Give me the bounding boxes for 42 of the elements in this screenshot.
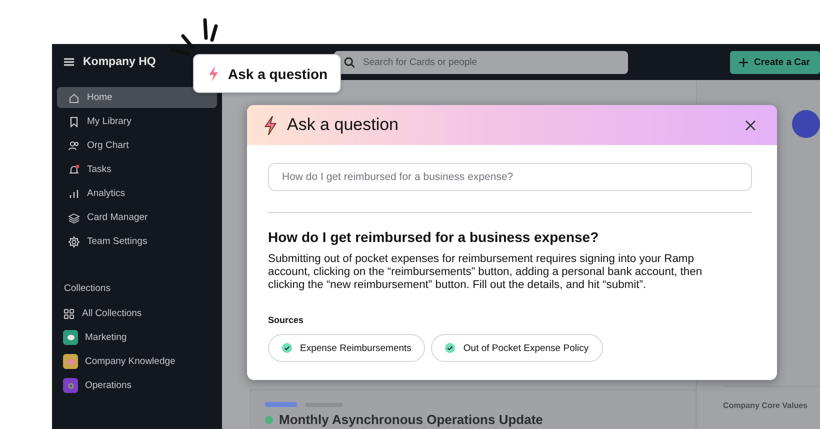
- sidebar-item[interactable]: Home: [57, 87, 217, 108]
- sidebar-item[interactable]: Org Chart: [57, 135, 217, 156]
- section-heading: Collections: [64, 283, 112, 294]
- search-icon: [344, 56, 355, 68]
- collection-item[interactable]: Operations: [57, 375, 217, 396]
- collection-item[interactable]: Company Knowledge: [57, 351, 217, 372]
- layers-icon: [68, 212, 80, 224]
- sidebar-item[interactable]: Analytics: [57, 183, 217, 204]
- card-title: Company Core Values: [723, 401, 808, 410]
- create-card-button[interactable]: Create a Car: [730, 50, 820, 74]
- plus-icon: [739, 58, 748, 66]
- sources-label: Sources: [268, 315, 305, 325]
- collection-item[interactable]: Marketing: [57, 327, 217, 348]
- people-icon: [68, 140, 80, 152]
- menu-icon[interactable]: [64, 58, 74, 66]
- sidebar-item[interactable]: Tasks: [57, 159, 217, 180]
- home-icon: [68, 92, 80, 104]
- team-avatar-icon: [792, 110, 820, 138]
- close-icon[interactable]: [745, 120, 756, 130]
- status-dot-icon: [265, 416, 273, 424]
- grid-icon: [63, 308, 75, 320]
- sidebar-item[interactable]: My Library: [57, 111, 217, 132]
- bookmark-icon: [68, 116, 80, 128]
- answer-text: Submitting out of pocket expenses for reimbursement requires signing into your Ramp account, clicking on the “reimbursements” button, adding a personal bank account, then clicking the “new reimbursement” button. Fill out the details, and hit “submit”.: [268, 253, 704, 292]
- app-title: Kompany HQ: [83, 56, 156, 68]
- gear-icon: [68, 236, 80, 248]
- dialog-title: Ask a question: [287, 115, 400, 135]
- source-chip[interactable]: Expense Reimbursements: [268, 334, 426, 362]
- bar-chart-icon: [68, 188, 80, 200]
- sidebar-item[interactable]: Card Manager: [57, 207, 217, 228]
- bell-icon: [68, 164, 80, 176]
- lightning-icon: [264, 116, 277, 134]
- answer-heading: How do I get reimbursed for a business expense?: [268, 229, 600, 245]
- lightning-icon: [208, 66, 219, 82]
- card-title: Monthly Asynchronous Operations Update: [279, 412, 543, 427]
- status-tag: [265, 402, 297, 407]
- sidebar-item[interactable]: Team Settings: [57, 231, 217, 252]
- search-field[interactable]: Search for Cards or people: [334, 50, 628, 74]
- source-chip[interactable]: Out of Pocket Expense Policy: [431, 334, 603, 362]
- question-field[interactable]: How do I get reimbursed for a business expense?: [268, 163, 752, 191]
- ask-question-button[interactable]: Ask a question: [193, 54, 341, 93]
- collection-item[interactable]: All Collections: [57, 303, 217, 324]
